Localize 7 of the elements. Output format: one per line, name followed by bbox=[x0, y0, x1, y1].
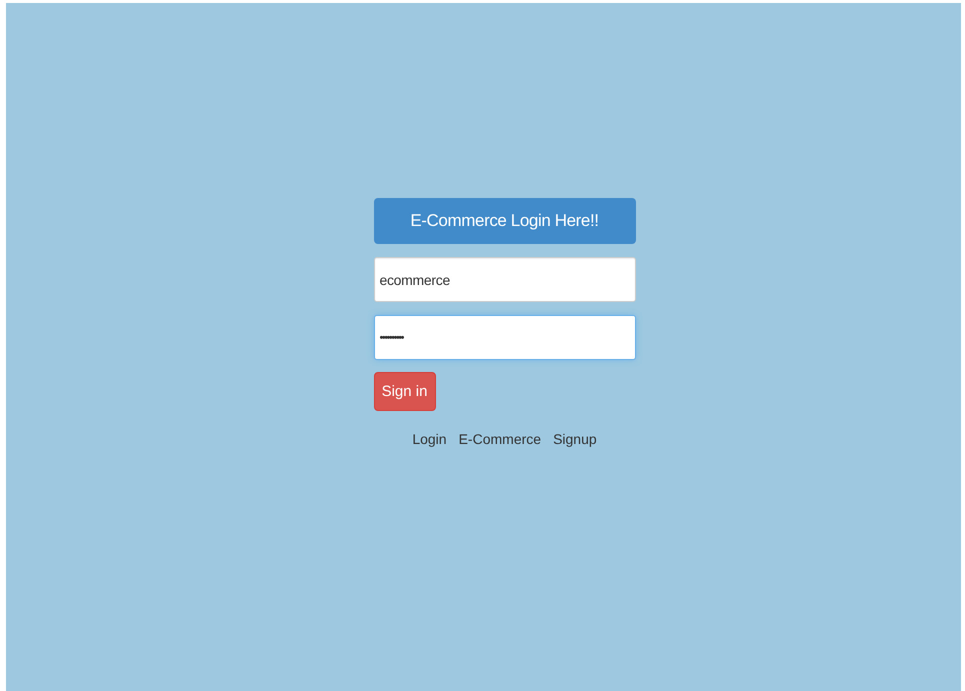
footer-link[interactable]: Login bbox=[412, 431, 447, 447]
sign-in-button[interactable]: Sign in bbox=[374, 372, 436, 411]
login-header: E-Commerce Login Here!! bbox=[374, 198, 636, 244]
username-field[interactable]: ecommerce bbox=[374, 257, 636, 302]
footer-link[interactable]: Signup bbox=[553, 431, 597, 447]
footer-link[interactable]: E-Commerce bbox=[458, 431, 542, 447]
password-field[interactable]: •••••••••• bbox=[374, 315, 636, 360]
